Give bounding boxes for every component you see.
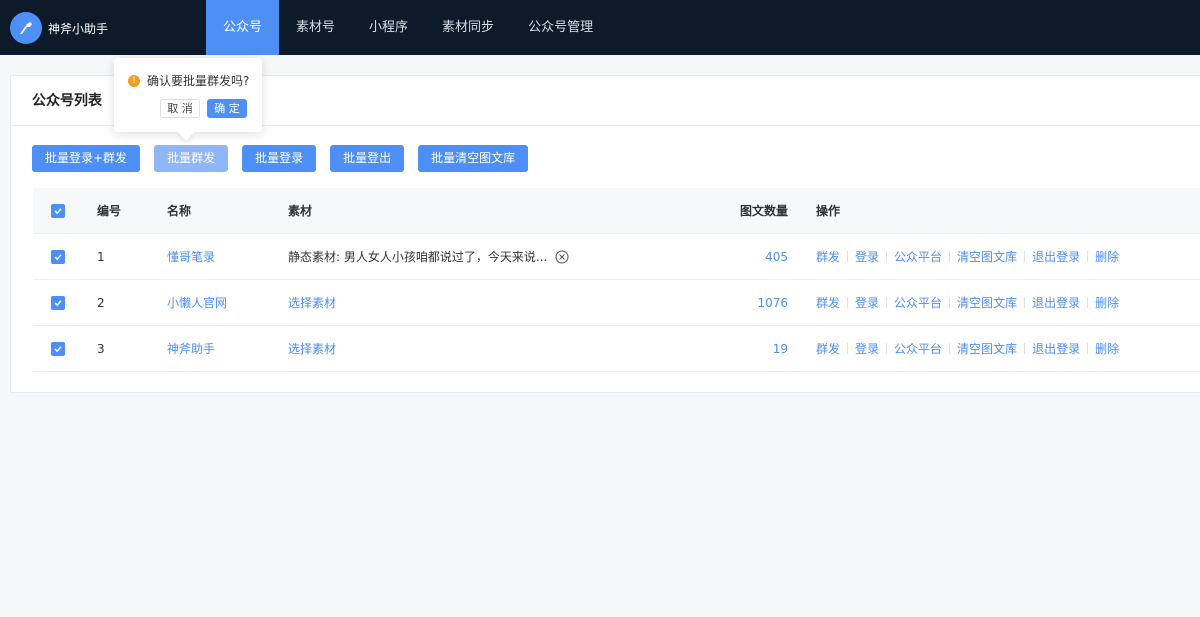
nav-item-material-sync[interactable]: 素材同步: [425, 0, 511, 55]
header-count: 图文数量: [739, 204, 788, 218]
row-num: 2: [97, 295, 105, 310]
batch-send-button[interactable]: 批量群发: [154, 145, 229, 172]
op-clear-library[interactable]: 清空图文库: [957, 340, 1017, 357]
article-count[interactable]: 1076: [618, 296, 788, 310]
main-nav: 公众号 素材号 小程序 素材同步 公众号管理: [206, 0, 610, 55]
op-platform[interactable]: 公众平台: [894, 294, 942, 311]
row-ops: 群发 登录 公众平台 清空图文库 退出登录 删除: [788, 248, 1119, 265]
header-name: 名称: [167, 204, 192, 218]
popover-message: ! 确认要批量群发吗?: [128, 72, 249, 89]
batch-login-button[interactable]: 批量登录: [242, 145, 317, 172]
account-name-link[interactable]: 神斧助手: [167, 340, 288, 357]
batch-toolbar: 批量登录+群发 批量群发 批量登录 批量登出 批量清空图文库: [32, 145, 542, 172]
batch-clear-library-button[interactable]: 批量清空图文库: [418, 145, 529, 172]
batch-logout-button[interactable]: 批量登出: [330, 145, 405, 172]
app-title: 神斧小助手: [48, 21, 109, 36]
check-icon: [54, 207, 62, 214]
op-send[interactable]: 群发: [816, 248, 840, 265]
row-checkbox[interactable]: [51, 341, 65, 356]
op-delete[interactable]: 删除: [1095, 340, 1119, 357]
header-num: 编号: [97, 204, 122, 218]
check-icon: [54, 299, 62, 306]
op-platform[interactable]: 公众平台: [894, 248, 942, 265]
table-row: 2 小懒人官网 选择素材 1076 群发 登录 公众平台 清空图文库 退出登录 …: [33, 280, 1200, 326]
circle-close-icon[interactable]: [555, 250, 569, 264]
row-checkbox[interactable]: [51, 295, 65, 310]
popover-cancel-button[interactable]: 取 消: [160, 99, 200, 118]
header-material: 素材: [288, 204, 313, 218]
table-row: 1 懂哥笔录 静态素材: 男人女人小孩咱都说过了，今天来说... 405 群发 …: [33, 234, 1200, 280]
op-login[interactable]: 登录: [855, 248, 879, 265]
row-ops: 群发 登录 公众平台 清空图文库 退出登录 删除: [788, 340, 1119, 357]
op-login[interactable]: 登录: [855, 340, 879, 357]
nav-item-material-accounts[interactable]: 素材号: [279, 0, 352, 55]
top-navbar: 神斧小助手 公众号 素材号 小程序 素材同步 公众号管理: [0, 0, 1200, 55]
app-logo[interactable]: 神斧小助手: [10, 12, 108, 44]
op-delete[interactable]: 删除: [1095, 294, 1119, 311]
check-icon: [54, 345, 62, 352]
op-clear-library[interactable]: 清空图文库: [957, 248, 1017, 265]
popover-confirm-button[interactable]: 确 定: [207, 99, 247, 118]
check-icon: [54, 253, 62, 260]
warning-icon: !: [128, 74, 140, 87]
article-count[interactable]: 405: [618, 250, 788, 264]
material-cell: 静态素材: 男人女人小孩咱都说过了，今天来说...: [288, 248, 618, 265]
confirm-popover: ! 确认要批量群发吗? 取 消 确 定: [114, 58, 262, 141]
batch-login-send-button[interactable]: 批量登录+群发: [32, 145, 141, 172]
axe-icon: [10, 12, 42, 44]
table-row: 3 神斧助手 选择素材 19 群发 登录 公众平台 清空图文库 退出登录 删除: [33, 326, 1200, 372]
nav-item-mini-programs[interactable]: 小程序: [352, 0, 425, 55]
row-ops: 群发 登录 公众平台 清空图文库 退出登录 删除: [788, 294, 1119, 311]
row-num: 1: [97, 249, 105, 264]
op-login[interactable]: 登录: [855, 294, 879, 311]
article-count[interactable]: 19: [618, 342, 788, 356]
select-all-checkbox[interactable]: [51, 203, 65, 218]
nav-item-account-management[interactable]: 公众号管理: [511, 0, 610, 55]
op-delete[interactable]: 删除: [1095, 248, 1119, 265]
material-text[interactable]: 静态素材: 男人女人小孩咱都说过了，今天来说...: [288, 248, 547, 265]
header-ops: 操作: [816, 204, 841, 218]
account-name-link[interactable]: 小懒人官网: [167, 294, 288, 311]
op-logout[interactable]: 退出登录: [1032, 340, 1080, 357]
select-material-link[interactable]: 选择素材: [288, 294, 618, 311]
op-send[interactable]: 群发: [816, 294, 840, 311]
op-clear-library[interactable]: 清空图文库: [957, 294, 1017, 311]
op-logout[interactable]: 退出登录: [1032, 248, 1080, 265]
select-material-link[interactable]: 选择素材: [288, 340, 618, 357]
op-send[interactable]: 群发: [816, 340, 840, 357]
op-platform[interactable]: 公众平台: [894, 340, 942, 357]
account-table: 编号 名称 素材 图文数量 操作 1 懂哥笔录 静态素材: 男人女人小孩咱都说过…: [33, 188, 1200, 372]
op-logout[interactable]: 退出登录: [1032, 294, 1080, 311]
popover-text: 确认要批量群发吗?: [147, 74, 250, 88]
row-checkbox[interactable]: [51, 249, 65, 264]
row-num: 3: [97, 341, 105, 356]
nav-item-official-accounts[interactable]: 公众号: [206, 0, 280, 55]
account-name-link[interactable]: 懂哥笔录: [167, 248, 288, 265]
table-header: 编号 名称 素材 图文数量 操作: [33, 188, 1200, 234]
